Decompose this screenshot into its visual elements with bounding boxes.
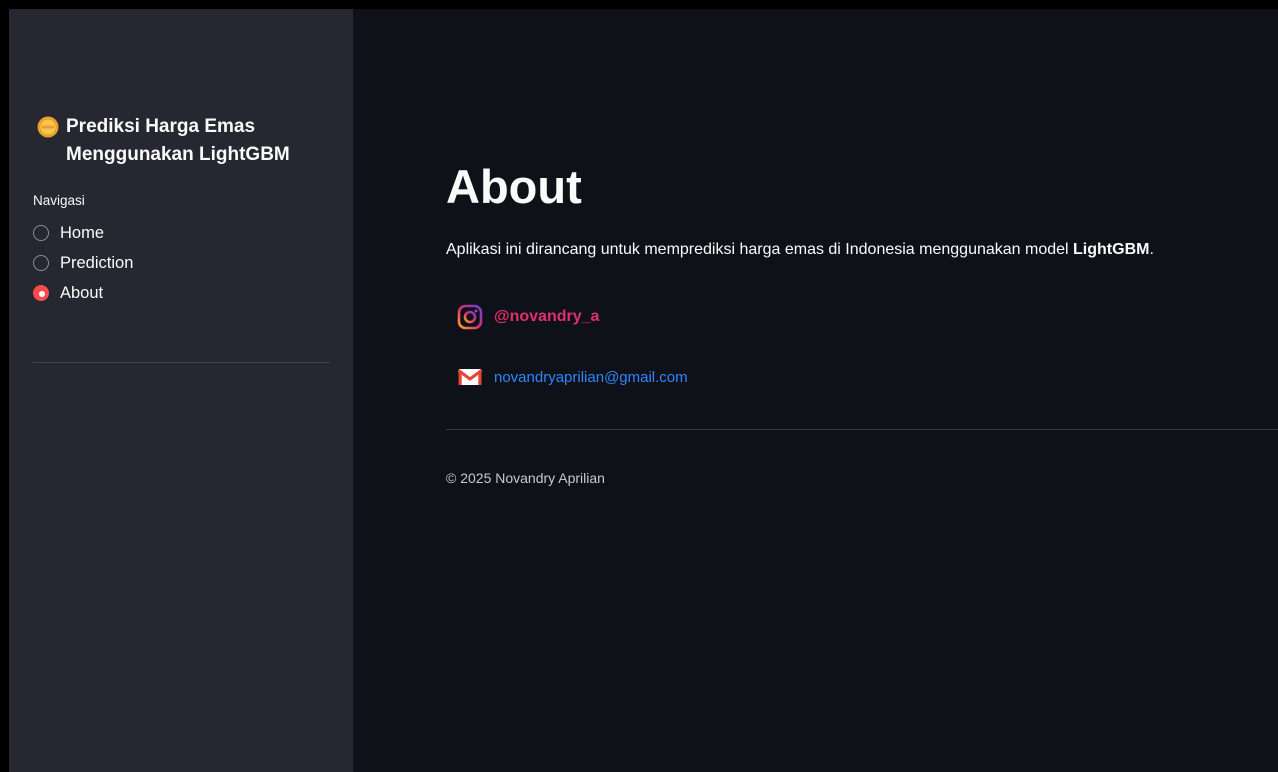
sidebar: Prediksi Harga Emas Menggunakan LightGBM… (9, 9, 353, 772)
nav-radio-about[interactable]: About (33, 278, 330, 308)
navigation-radio-group: Home Prediction About (33, 218, 330, 308)
radio-button-prediction[interactable] (33, 255, 49, 271)
app-title-text: Prediksi Harga Emas Menggunakan LightGBM (66, 116, 290, 165)
instagram-link[interactable]: @novandry_a (494, 308, 599, 326)
radio-button-about[interactable] (33, 285, 49, 301)
description-text: Aplikasi ini dirancang untuk memprediksi… (446, 239, 1278, 261)
nav-radio-prediction[interactable]: Prediction (33, 248, 330, 278)
about-section: About Aplikasi ini dirancang untuk mempr… (446, 159, 1278, 486)
nav-radio-label-prediction: Prediction (60, 253, 134, 272)
email-contact: novandryaprilian@gmail.com (457, 363, 1278, 391)
description-suffix: . (1149, 241, 1154, 258)
coin-icon (37, 116, 59, 138)
app-title: Prediksi Harga Emas Menggunakan LightGBM (33, 113, 330, 169)
sidebar-divider (33, 362, 330, 363)
navigation-label: Navigasi (33, 193, 85, 208)
content-divider (446, 429, 1278, 430)
description-prefix: Aplikasi ini dirancang untuk memprediksi… (446, 241, 1074, 258)
instagram-contact: @novandry_a (457, 303, 1278, 331)
footer-copyright: © 2025 Novandry Aprilian (446, 470, 605, 486)
radio-button-home[interactable] (33, 225, 49, 241)
description-bold: LightGBM (1073, 241, 1150, 258)
page-title: About (446, 160, 582, 213)
app-window: Prediksi Harga Emas Menggunakan LightGBM… (9, 9, 1278, 772)
email-link[interactable]: novandryaprilian@gmail.com (494, 369, 688, 386)
gmail-icon (457, 369, 483, 385)
nav-radio-label-about: About (60, 283, 104, 302)
nav-radio-home[interactable]: Home (33, 218, 330, 248)
main-content: About Aplikasi ini dirancang untuk mempr… (353, 9, 1278, 772)
nav-radio-label-home: Home (60, 223, 105, 242)
instagram-icon (457, 304, 483, 330)
